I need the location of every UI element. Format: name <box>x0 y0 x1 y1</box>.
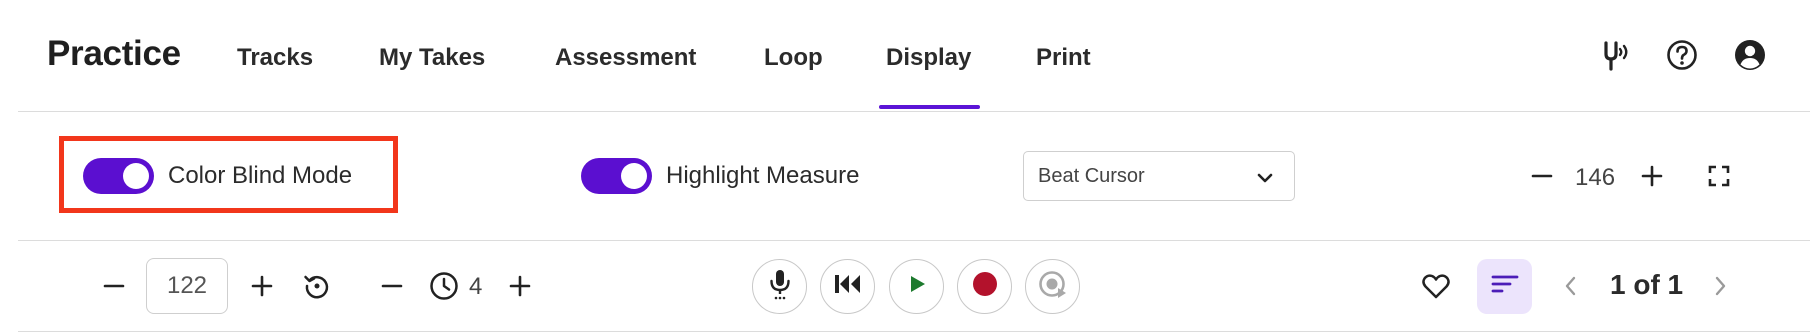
zoom-increase-button[interactable] <box>1636 160 1668 192</box>
rewind-button[interactable] <box>820 259 875 314</box>
sort-button[interactable] <box>1477 259 1532 314</box>
skip-back-icon <box>833 273 863 300</box>
tab-loop[interactable]: Loop <box>764 44 823 72</box>
top-nav: Practice Tracks My Takes Assessment Loop… <box>0 0 1810 112</box>
app-title: Practice <box>47 34 181 73</box>
tuning-fork-icon[interactable] <box>1597 38 1631 72</box>
next-page-icon[interactable] <box>1708 272 1732 300</box>
count-in-increase-button[interactable] <box>506 270 534 302</box>
toolbar-divider <box>18 240 1810 241</box>
toggle-knob <box>621 163 647 189</box>
highlight-measure-label: Highlight Measure <box>666 162 860 189</box>
play-icon <box>906 273 928 300</box>
count-in-decrease-button[interactable] <box>378 270 406 302</box>
play-button[interactable] <box>889 259 944 314</box>
favorite-heart-icon[interactable] <box>1419 270 1453 302</box>
record-loop-icon <box>1038 269 1068 304</box>
tab-assessment[interactable]: Assessment <box>555 44 696 72</box>
record-button[interactable] <box>957 259 1012 314</box>
tab-display[interactable]: Display <box>886 44 971 72</box>
header-divider <box>18 111 1810 112</box>
tab-my-takes[interactable]: My Takes <box>379 44 485 72</box>
highlight-measure-toggle[interactable] <box>581 158 652 194</box>
color-blind-mode-toggle[interactable] <box>83 158 154 194</box>
transport-divider <box>18 331 1810 332</box>
tempo-increase-button[interactable] <box>248 270 276 302</box>
tempo-decrease-button[interactable] <box>100 270 128 302</box>
sort-icon <box>1491 272 1519 301</box>
toggle-knob <box>123 163 149 189</box>
cursor-select[interactable]: Beat Cursor <box>1023 151 1295 201</box>
zoom-value: 146 <box>1575 164 1616 191</box>
chevron-down-icon <box>1254 167 1276 189</box>
cursor-select-value: Beat Cursor <box>1038 165 1145 187</box>
clock-icon <box>428 270 460 302</box>
page-indicator: 1 of 1 <box>1610 269 1684 300</box>
tempo-input[interactable]: 122 <box>146 258 228 314</box>
microphone-button[interactable] <box>752 259 807 314</box>
reset-tempo-icon[interactable] <box>301 270 333 302</box>
zoom-decrease-button[interactable] <box>1526 160 1558 192</box>
count-in-value: 4 <box>469 273 483 300</box>
fullscreen-icon[interactable] <box>1706 163 1732 189</box>
tab-tracks[interactable]: Tracks <box>237 44 313 72</box>
account-icon[interactable] <box>1733 38 1767 72</box>
record-icon <box>972 271 998 302</box>
previous-page-icon[interactable] <box>1559 272 1583 300</box>
active-tab-indicator <box>879 105 980 109</box>
color-blind-mode-label: Color Blind Mode <box>168 162 353 189</box>
microphone-icon <box>765 268 795 305</box>
help-icon[interactable] <box>1665 38 1699 72</box>
tab-print[interactable]: Print <box>1036 44 1091 72</box>
record-take-button[interactable] <box>1025 259 1080 314</box>
